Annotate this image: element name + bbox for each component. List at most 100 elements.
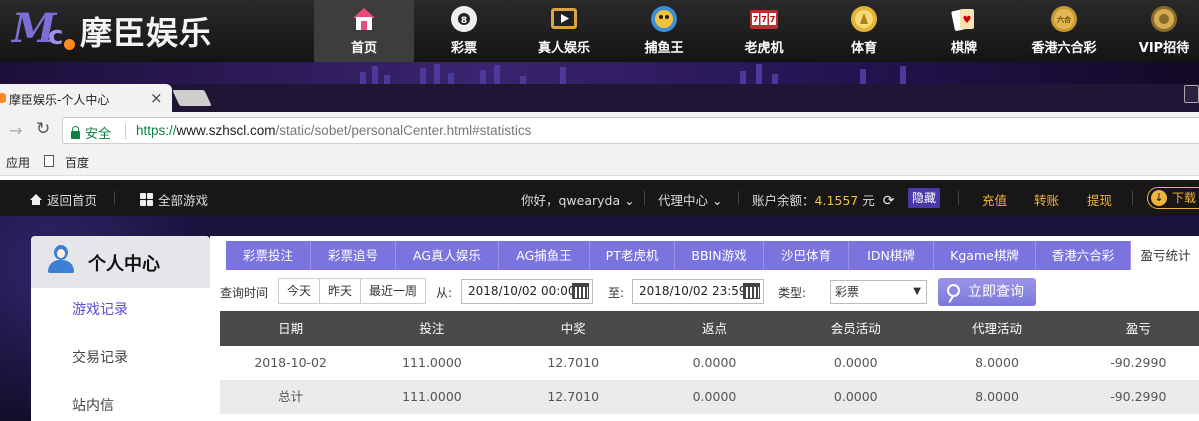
query-now-button[interactable]: 立即查询 [938,278,1036,306]
table-cell: 8.0000 [975,355,1019,370]
table-cell: 0.0000 [692,355,737,370]
agent-center-menu[interactable]: 代理中心 ⌄ [658,190,722,209]
last-week-button[interactable]: 最近一周 [361,279,426,303]
withdraw-link[interactable]: 提现 [1087,190,1112,209]
tab-mark-six[interactable]: 香港六合彩 [1036,241,1131,270]
main-nav: 首页 8 彩票 真人娱乐 捕鱼王 777 老虎机 体育 ♥ 棋牌 六合 香港六合… [314,0,1199,62]
header-bet: 投注 [419,321,445,336]
divider [958,191,959,205]
nav-item-lottery[interactable]: 8 彩票 [414,0,514,62]
address-bar[interactable]: 安全 https://www.szhscl.com/static/sobet/p… [62,117,1199,144]
nav-item-slots[interactable]: 777 老虎机 [714,0,814,62]
svg-text:7: 7 [761,15,767,24]
tab-profit-loss[interactable]: 盈亏统计 [1131,241,1199,270]
url-text[interactable]: https://www.szhscl.com/static/sobet/pers… [136,123,531,138]
browser-tab[interactable]: 摩臣娱乐-个人中心 × [0,84,172,112]
chevron-down-icon: ⌄ [712,193,723,208]
sidebar-item-inbox[interactable]: 站内信 [31,395,210,415]
url-host: www.szhscl.com [176,123,276,138]
hide-balance-button[interactable]: 隐藏 [908,188,941,208]
nav-item-fishing[interactable]: 捕鱼王 [614,0,714,62]
forward-arrow-icon[interactable]: → [9,121,22,140]
end-date-field[interactable]: 2018/10/02 23:59 [632,279,764,304]
user-menu[interactable]: 你好，qwearyda ⌄ [521,190,635,209]
search-icon [947,284,960,297]
greeting-text: 你好，qwearyda [521,193,621,208]
home-icon [30,194,42,205]
nav-item-live-casino[interactable]: 真人娱乐 [514,0,614,62]
table-cell: 总计 [278,389,304,404]
tab-pt-slots[interactable]: PT老虎机 [590,241,675,270]
to-label: 至: [608,286,625,300]
download-button[interactable]: ↓ 下载 [1147,187,1199,209]
close-icon[interactable]: × [150,89,163,107]
tab-saba-sports[interactable]: 沙巴体育 [764,241,849,270]
table-row-total: 总计 111.0000 12.7010 0.0000 0.0000 8.0000… [220,380,1199,414]
statistics-table: 日期 投注 中奖 返点 会员活动 代理活动 盈亏 2018-10-02 111.… [220,311,1199,414]
header-rebate: 返点 [701,321,727,336]
tab-bbin-games[interactable]: BBIN游戏 [675,241,764,270]
svg-text:7: 7 [770,15,776,24]
sidebar: 个人中心 游戏记录 交易记录 站内信 [31,236,210,421]
start-date-field[interactable]: 2018/10/02 00:00 [461,279,593,304]
table-cell: 0.0000 [692,389,737,404]
tab-ag-live[interactable]: AG真人娱乐 [396,241,499,270]
sidebar-title: 个人中心 [88,254,160,275]
logo-text: 摩臣娱乐 [80,14,213,52]
today-button[interactable]: 今天 [279,279,321,303]
table-cell: 111.0000 [402,355,462,370]
window-menu-icon[interactable] [1184,85,1199,103]
balance-label: 账户余额： [752,193,815,208]
tab-kgame-cards[interactable]: Kgame棋牌 [934,241,1036,270]
calendar-icon[interactable] [743,283,760,299]
tab-lottery-bets[interactable]: 彩票投注 [226,241,311,270]
recharge-link[interactable]: 充值 [982,190,1007,209]
table-cell: 8.0000 [975,389,1019,404]
header-member-activity: 会员活动 [830,321,881,336]
tab-lottery-chase[interactable]: 彩票追号 [311,241,396,270]
transfer-link[interactable]: 转账 [1034,190,1059,209]
table-cell: -90.2990 [1110,355,1167,370]
header-agent-activity: 代理活动 [972,321,1023,336]
back-home-label: 返回首页 [47,193,98,208]
lock-icon [71,125,80,139]
divider [1132,191,1133,205]
type-select[interactable]: 彩票 ▼ [830,280,927,304]
new-tab-button[interactable] [172,90,212,106]
tab-idn-cards[interactable]: IDN棋牌 [849,241,934,270]
sidebar-item-transaction-records[interactable]: 交易记录 [31,347,210,367]
svg-text:8: 8 [461,16,467,26]
divider [114,191,115,205]
yesterday-button[interactable]: 昨天 [320,279,362,303]
secure-indicator[interactable]: 安全 [71,123,111,142]
refresh-icon[interactable]: ⟳ [883,193,895,209]
site-logo[interactable]: Mc 摩臣娱乐 [12,5,213,56]
browser-tab-title: 摩臣娱乐-个人中心 [9,93,110,107]
tab-ag-fishing[interactable]: AG捕鱼王 [499,241,590,270]
from-label: 从: [436,286,453,300]
user-toolbar: 返回首页 全部游戏 你好，qwearyda ⌄ 代理中心 ⌄ 账户余额：4.15… [0,180,1199,216]
nav-item-home[interactable]: 首页 [314,0,414,62]
back-home-link[interactable]: 返回首页 [30,190,97,209]
header-date: 日期 [278,321,304,336]
quick-range-group: 今天 昨天 最近一周 [278,278,427,304]
sidebar-item-game-records[interactable]: 游戏记录 [31,299,210,319]
slot-machine-icon: 777 [749,4,779,34]
lottery-ball-icon: 8 [449,4,479,34]
query-time-label: 查询时间 [220,286,269,300]
nav-item-board-cards[interactable]: ♥ 棋牌 [914,0,1014,62]
logo-mark: Mc [12,5,78,53]
nav-item-sports[interactable]: 体育 [814,0,914,62]
balance-unit: 元 [862,193,875,208]
vip-icon [1149,4,1179,34]
all-games-link[interactable]: 全部游戏 [140,190,208,209]
reload-icon[interactable]: ↻ [36,119,50,139]
balance-value: 4.1557 [814,193,859,208]
bookmark-baidu[interactable]: 百度 [65,154,89,171]
content-panel: 彩票投注 彩票追号 AG真人娱乐 AG捕鱼王 PT老虎机 BBIN游戏 沙巴体育… [210,236,1199,421]
nav-item-vip[interactable]: VIP招待 [1114,0,1199,62]
calendar-icon[interactable] [572,283,589,299]
grid-icon [140,193,153,206]
bookmark-apps[interactable]: 应用 [6,154,30,171]
nav-item-mark-six[interactable]: 六合 香港六合彩 [1014,0,1114,62]
